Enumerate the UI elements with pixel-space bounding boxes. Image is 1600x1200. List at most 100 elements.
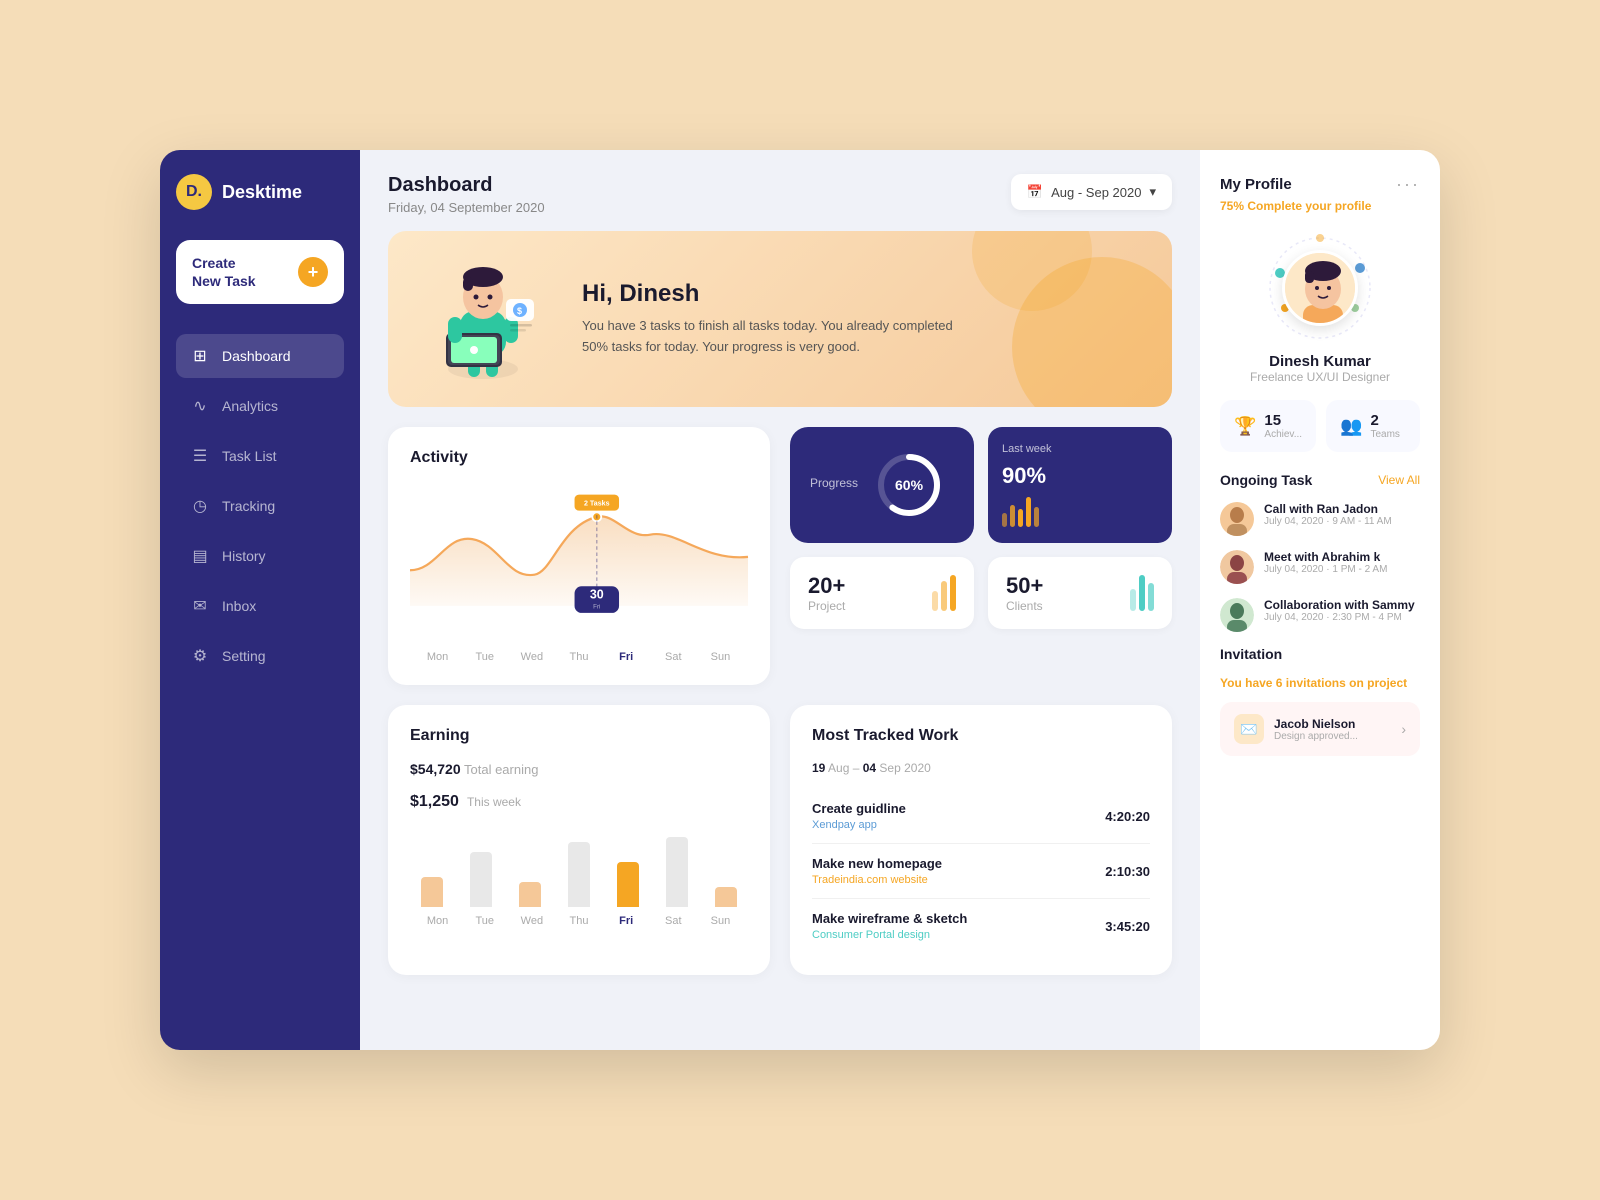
create-task-button[interactable]: CreateNew Task + (176, 240, 344, 304)
invitation-title: Invitation (1220, 646, 1282, 662)
more-options-icon[interactable]: ··· (1396, 174, 1420, 195)
chevron-right-icon: › (1401, 721, 1406, 737)
profile-complete-label: Complete your profile (1247, 199, 1371, 213)
logo-icon: D. (176, 174, 212, 210)
task-avatar-3 (1220, 598, 1254, 632)
sidebar-item-inbox[interactable]: ✉ Inbox (176, 584, 344, 628)
earning-bar-3 (568, 842, 590, 907)
sidebar-item-label-tasklist: Task List (222, 448, 276, 464)
date-range-button[interactable]: 📅 Aug - Sep 2020 ▾ (1011, 174, 1172, 210)
task-time-1: July 04, 2020 · 9 AM - 11 AM (1264, 516, 1392, 527)
create-task-plus-icon: + (298, 257, 328, 287)
invitation-name: Jacob Nielson (1274, 717, 1358, 731)
sidebar-item-label-analytics: Analytics (222, 398, 278, 414)
task-name-1: Call with Ran Jadon (1264, 502, 1392, 516)
teams-stat: 👥 2 Teams (1326, 400, 1420, 452)
profile-avatar-section: Dinesh Kumar Freelance UX/UI Designer (1220, 233, 1420, 384)
task-info-3: Collaboration with Sammy July 04, 2020 ·… (1264, 598, 1415, 623)
task-item-2: Meet with Abrahim k July 04, 2020 · 1 PM… (1220, 550, 1420, 584)
tracked-item-1-time: 4:20:20 (1105, 809, 1150, 824)
profile-header: My Profile ··· (1220, 174, 1420, 195)
achievements-label: Achiev... (1264, 429, 1302, 440)
chevron-down-icon: ▾ (1149, 184, 1156, 200)
chart-label-wed: Wed (508, 651, 555, 663)
earning-bar-6 (715, 887, 737, 907)
sidebar-item-setting[interactable]: ⚙ Setting (176, 634, 344, 678)
task-name-3: Collaboration with Sammy (1264, 598, 1415, 612)
tracked-item-1: Create guidline Xendpay app 4:20:20 (812, 789, 1150, 844)
sidebar-nav: ⊞ Dashboard ∿ Analytics ☰ Task List ◷ Tr… (176, 334, 344, 678)
invitation-card[interactable]: ✉️ Jacob Nielson Design approved... › (1220, 702, 1420, 756)
earning-bar-col-1 (459, 827, 502, 907)
tracked-item-2-sub: Tradeindia.com website (812, 874, 942, 886)
chart-label-thu: Thu (555, 651, 602, 663)
task-info-2: Meet with Abrahim k July 04, 2020 · 1 PM… (1264, 550, 1387, 575)
projects-stat-card: 20+ Project (790, 557, 974, 629)
earning-bar-1 (470, 852, 492, 907)
earning-bar-col-5 (656, 827, 699, 907)
tracked-item-2-time: 2:10:30 (1105, 864, 1150, 879)
profile-stats: 🏆 15 Achiev... 👥 2 Teams (1220, 400, 1420, 452)
earning-bar-col-4 (607, 827, 650, 907)
inbox-icon: ✉ (190, 596, 210, 616)
tracked-item-1-text: Create guidline Xendpay app (812, 801, 906, 831)
profile-name: Dinesh Kumar (1269, 353, 1371, 370)
earning-day-labels: Mon Tue Wed Thu Fri Sat Sun (410, 915, 748, 927)
invitation-info: Jacob Nielson Design approved... (1274, 717, 1358, 742)
tracked-range-end: 04 (863, 761, 876, 775)
earning-bar-0 (421, 877, 443, 907)
bottom-row: Earning $54,720 Total earning $1,250 Thi… (388, 705, 1172, 975)
sidebar-item-analytics[interactable]: ∿ Analytics (176, 384, 344, 428)
svg-text:Fri: Fri (593, 603, 600, 610)
welcome-heading: Hi, Dinesh (582, 280, 962, 308)
tracking-icon: ◷ (190, 496, 210, 516)
sidebar-item-tracking[interactable]: ◷ Tracking (176, 484, 344, 528)
main-header: Dashboard Friday, 04 September 2020 📅 Au… (360, 150, 1200, 231)
svg-text:2 Tasks: 2 Tasks (584, 499, 610, 507)
chart-label-mon: Mon (414, 651, 461, 663)
invitation-envelope-icon: ✉️ (1234, 714, 1264, 744)
sidebar-item-tasklist[interactable]: ☰ Task List (176, 434, 344, 478)
tasklist-icon: ☰ (190, 446, 210, 466)
earning-total-value: $54,720 (410, 761, 461, 777)
welcome-name: Dinesh (619, 280, 699, 307)
sidebar-item-history[interactable]: ▤ History (176, 534, 344, 578)
profile-complete-text: 75% Complete your profile (1220, 199, 1420, 213)
earning-bar-col-6 (705, 827, 748, 907)
sidebar-item-label-history: History (222, 548, 266, 564)
earning-bars-chart (410, 827, 748, 907)
activity-progress-row: Activity (388, 427, 1172, 685)
sidebar-item-label-setting: Setting (222, 648, 266, 664)
teams-icon: 👥 (1340, 416, 1362, 437)
ongoing-tasks-header: Ongoing Task View All (1220, 472, 1420, 488)
activity-chart-area: 2 Tasks 30 Fri (410, 483, 748, 643)
setting-icon: ⚙ (190, 646, 210, 666)
most-tracked-card: Most Tracked Work 19 Aug – 04 Sep 2020 C… (790, 705, 1172, 975)
progress-label: Progress (810, 476, 858, 490)
calendar-icon: 📅 (1027, 184, 1043, 200)
tracked-item-2-text: Make new homepage Tradeindia.com website (812, 856, 942, 886)
profile-role: Freelance UX/UI Designer (1250, 370, 1390, 384)
this-week-amount: $1,250 (410, 793, 459, 811)
welcome-text: Hi, Dinesh You have 3 tasks to finish al… (582, 280, 962, 358)
achievements-info: 15 Achiev... (1264, 412, 1302, 440)
task-time-3: July 04, 2020 · 2:30 PM - 4 PM (1264, 612, 1415, 623)
chart-label-sun: Sun (697, 651, 744, 663)
page-title: Dashboard (388, 174, 545, 197)
task-time-2: July 04, 2020 · 1 PM - 2 AM (1264, 564, 1387, 575)
task-name-2: Meet with Abrahim k (1264, 550, 1387, 564)
this-week-row: $1,250 This week (410, 793, 748, 811)
achievements-count: 15 (1264, 412, 1302, 429)
invitation-sub: Design approved... (1274, 731, 1358, 742)
last-week-card: Last week 90% (988, 427, 1172, 543)
analytics-icon: ∿ (190, 396, 210, 416)
invitation-text: You have 6 invitations on project (1220, 676, 1420, 690)
tracked-item-3-time: 3:45:20 (1105, 919, 1150, 934)
avatar (1282, 250, 1358, 326)
view-all-button[interactable]: View All (1378, 473, 1420, 487)
create-task-label: CreateNew Task (192, 254, 256, 290)
sidebar-item-dashboard[interactable]: ⊞ Dashboard (176, 334, 344, 378)
svg-text:30: 30 (590, 588, 604, 602)
sidebar-item-label-inbox: Inbox (222, 598, 256, 614)
progress-row: Progress 60% (790, 427, 1172, 543)
